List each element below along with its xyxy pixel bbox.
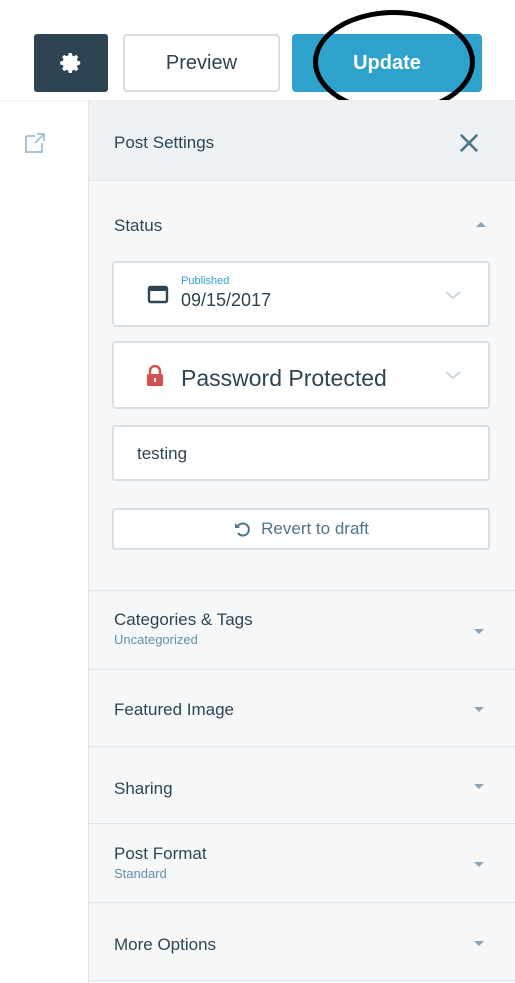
panel-title: Categories & Tags: [114, 610, 253, 629]
chevron-down-icon: [474, 941, 484, 946]
update-button-label: Update: [353, 51, 421, 74]
panel-title: Post Format: [114, 844, 207, 863]
chevron-down-icon: [474, 707, 484, 712]
chevron-up-icon[interactable]: [474, 219, 488, 229]
settings-button[interactable]: [34, 34, 108, 92]
external-link-icon[interactable]: [23, 131, 47, 155]
close-icon[interactable]: [455, 129, 483, 157]
preview-button-label: Preview: [165, 51, 238, 74]
more-options-panel[interactable]: More Options: [89, 903, 515, 981]
chevron-down-icon: [445, 371, 461, 380]
publish-status-label: Published: [181, 275, 230, 287]
publish-date-value: 09/15/2017: [181, 290, 272, 310]
chevron-down-icon: [474, 862, 484, 867]
status-section-title[interactable]: Status: [114, 216, 162, 236]
chevron-down-icon: [474, 629, 484, 634]
preview-button[interactable]: Preview: [123, 34, 280, 92]
update-button[interactable]: Update: [292, 34, 482, 92]
post-settings-sidebar: Post Settings Status Published 09/15/201…: [88, 101, 515, 983]
panel-title: Featured Image: [114, 700, 235, 719]
gear-icon: [60, 53, 81, 73]
calendar-icon: [147, 285, 169, 304]
panel-subtitle: Uncategorized: [114, 632, 198, 647]
sharing-panel[interactable]: Sharing: [89, 747, 515, 824]
revert-to-draft-button[interactable]: Revert to draft: [112, 508, 490, 550]
featured-image-panel[interactable]: Featured Image: [89, 670, 515, 747]
panel-title: Sharing: [114, 779, 173, 798]
visibility-dropdown[interactable]: Password Protected: [112, 341, 490, 409]
password-input[interactable]: testing: [112, 425, 490, 481]
visibility-value: Password Protected: [181, 365, 387, 391]
revert-to-draft-label: Revert to draft: [261, 519, 369, 538]
post-format-panel[interactable]: Post Format Standard: [89, 824, 515, 903]
chevron-down-icon: [474, 784, 484, 789]
categories-tags-panel[interactable]: Categories & Tags Uncategorized: [89, 591, 515, 670]
panel-subtitle: Standard: [114, 866, 167, 881]
editor-toolbar: Preview Update: [0, 0, 515, 114]
sidebar-title: Post Settings: [114, 133, 215, 152]
undo-icon: [235, 522, 250, 537]
sidebar-header: Post Settings: [89, 101, 515, 181]
publish-date-dropdown[interactable]: Published 09/15/2017: [112, 261, 490, 327]
lock-icon: [147, 365, 163, 386]
password-value: testing: [137, 444, 188, 463]
chevron-down-icon: [445, 291, 461, 300]
panel-title: More Options: [114, 935, 217, 954]
status-section: Status Published 09/15/2017 Password Pro…: [89, 181, 515, 591]
